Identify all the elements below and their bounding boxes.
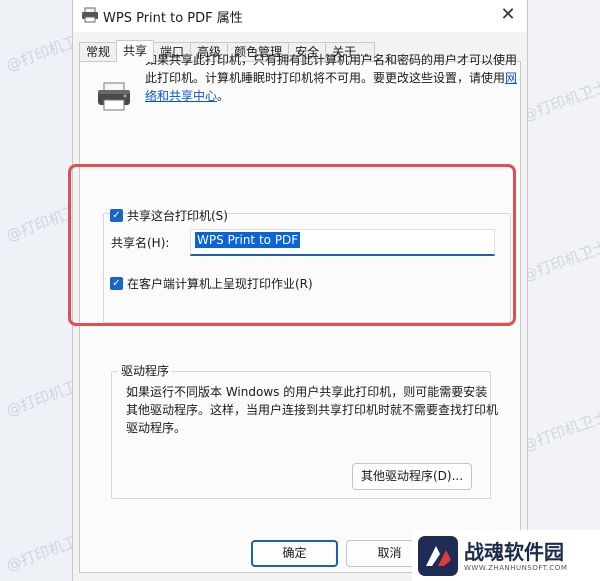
share-name-input[interactable]: WPS Print to PDF [190,229,495,256]
checkbox-checked-icon: ✓ [110,209,123,222]
additional-drivers-button[interactable]: 其他驱动程序(D)... [352,463,472,490]
printer-icon [98,82,130,111]
tab-general[interactable]: 常规 [79,42,118,62]
logo-text: 战魂软件园 WWW.ZHANHUNSOFT.COM [464,540,567,572]
site-logo: 战魂软件园 WWW.ZHANHUNSOFT.COM [412,530,600,581]
drivers-description: 如果运行不同版本 Windows 的用户共享此打印机，则可能需要安装其他驱动程序… [126,385,499,435]
share-printer-checkbox[interactable]: ✓ 共享这台打印机(S) [110,207,228,224]
tab-sharing[interactable]: 共享 [116,40,155,62]
drivers-legend: 驱动程序 [118,364,173,379]
printer-icon [82,7,98,23]
ok-button[interactable]: 确定 [251,540,338,567]
share-name-label: 共享名(H): [111,236,170,250]
render-print-jobs-checkbox[interactable]: ✓ 在客户端计算机上呈现打印作业(R) [110,275,313,292]
sharing-description-text: 如果共享此打印机，只有拥有此计算机用户名和密码的用户才可以使用此打印机。计算机睡… [145,53,518,85]
logo-mark-icon [418,535,458,576]
title-bar: WPS Print to PDF 属性 ✕ [73,0,527,32]
sharing-description: 如果共享此打印机，只有拥有此计算机用户名和密码的用户才可以使用此打印机。计算机睡… [145,51,523,105]
share-printer-label: 共享这台打印机(S) [127,209,228,223]
share-name-value: WPS Print to PDF [195,232,301,248]
logo-name: 战魂软件园 [464,539,564,564]
checkbox-checked-icon: ✓ [110,277,123,290]
logo-url: WWW.ZHANHUNSOFT.COM [464,563,568,572]
sharing-description-suffix: 。 [217,89,230,103]
render-print-jobs-label: 在客户端计算机上呈现打印作业(R) [127,277,313,291]
background-left [0,0,72,581]
close-button[interactable]: ✕ [495,3,521,27]
window-title: WPS Print to PDF 属性 [103,11,243,26]
background-right [528,0,600,581]
